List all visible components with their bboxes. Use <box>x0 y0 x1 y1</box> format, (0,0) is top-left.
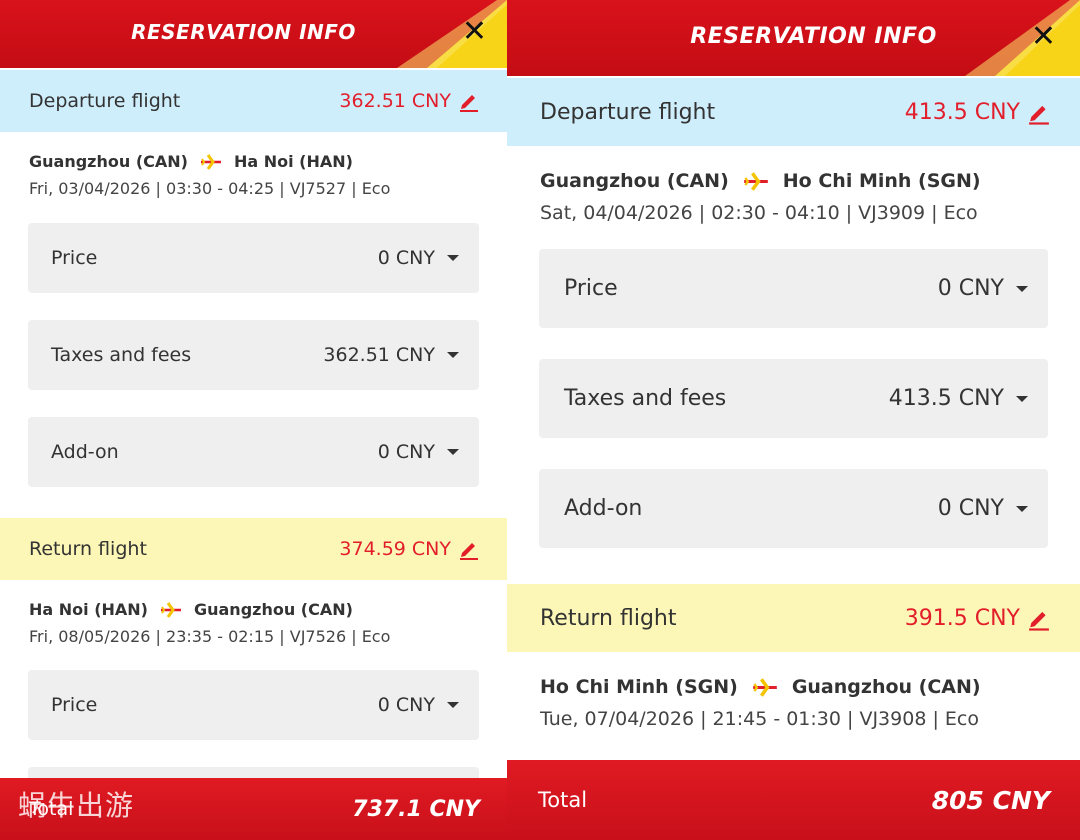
route-origin: Guangzhou (CAN) <box>29 152 188 171</box>
departure-route: Guangzhou (CAN) Ho Chi Minh (SGN) Sat, 0… <box>507 170 1080 224</box>
caret-down-icon <box>447 255 459 261</box>
return-flight-amount: 374.59 CNY <box>339 538 451 560</box>
header: RESERVATION INFO ✕ <box>507 0 1080 76</box>
return-flight-amount: 391.5 CNY <box>904 605 1020 631</box>
flight-details: Tue, 07/04/2026 | 21:45 - 01:30 | VJ3908… <box>540 708 979 730</box>
departure-flight-label: Departure flight <box>29 90 181 112</box>
header-title: RESERVATION INFO <box>131 20 356 44</box>
fare-value: 0 CNY <box>937 276 1004 301</box>
departure-flight-amount: 362.51 CNY <box>339 90 451 112</box>
fare-value: 0 CNY <box>377 247 435 269</box>
fare-label: Price <box>51 247 98 269</box>
route-origin: Ha Noi (HAN) <box>29 600 148 619</box>
fare-label: Price <box>51 694 98 716</box>
reservation-panel-left: RESERVATION INFO ✕ Departure flight 362.… <box>0 0 507 840</box>
header: RESERVATION INFO ✕ <box>0 0 507 68</box>
pencil-icon[interactable] <box>1028 100 1050 125</box>
fare-value: 362.51 CNY <box>323 344 435 366</box>
total-value: 737.1 CNY <box>352 796 480 822</box>
flight-details: Fri, 08/05/2026 | 23:35 - 02:15 | VJ7526… <box>29 627 391 646</box>
return-route: Ho Chi Minh (SGN) Guangzhou (CAN) Tue, 0… <box>507 676 1080 730</box>
fare-row-taxes[interactable]: Taxes and fees 362.51 CNY <box>28 320 479 390</box>
route-origin: Ho Chi Minh (SGN) <box>540 676 738 698</box>
departure-flight-label: Departure flight <box>540 99 716 125</box>
fare-value: 0 CNY <box>937 496 1004 521</box>
departure-flight-bar: Departure flight 362.51 CNY <box>0 70 507 132</box>
fare-value: 413.5 CNY <box>888 386 1004 411</box>
reservation-panel-right: RESERVATION INFO ✕ Departure flight 413.… <box>507 0 1080 840</box>
close-icon[interactable]: ✕ <box>462 17 487 47</box>
return-flight-edit[interactable]: 391.5 CNY <box>905 606 1050 631</box>
flight-details: Fri, 03/04/2026 | 03:30 - 04:25 | VJ7527… <box>29 179 391 198</box>
caret-down-icon <box>1016 285 1028 292</box>
fare-label: Price <box>564 276 618 301</box>
close-icon[interactable]: ✕ <box>1031 22 1056 52</box>
route-origin: Guangzhou (CAN) <box>540 170 729 192</box>
airplane-icon <box>200 153 221 170</box>
flight-details: Sat, 04/04/2026 | 02:30 - 04:10 | VJ3909… <box>540 202 978 224</box>
watermark: 蜗牛出游 <box>18 789 135 822</box>
route-destination: Guangzhou (CAN) <box>791 676 981 698</box>
total-label: Total <box>538 788 588 812</box>
return-flight-bar: Return flight 391.5 CNY <box>507 584 1080 652</box>
return-flight-edit[interactable]: 374.59 CNY <box>339 538 479 560</box>
fare-row-price[interactable]: Price 0 CNY <box>28 670 479 740</box>
fare-row-addon[interactable]: Add-on 0 CNY <box>28 417 479 487</box>
caret-down-icon <box>447 702 459 708</box>
pencil-icon[interactable] <box>459 538 479 560</box>
return-flight-bar: Return flight 374.59 CNY <box>0 518 507 580</box>
return-flight-label: Return flight <box>540 605 677 631</box>
total-bar: Total 805 CNY <box>507 760 1080 840</box>
return-route: Ha Noi (HAN) Guangzhou (CAN) Fri, 08/05/… <box>0 600 507 646</box>
fare-label: Add-on <box>564 496 643 521</box>
departure-flight-amount: 413.5 CNY <box>904 99 1020 125</box>
fare-row-taxes[interactable]: Taxes and fees 413.5 CNY <box>539 359 1048 438</box>
pencil-icon[interactable] <box>459 90 479 112</box>
fare-row-price[interactable]: Price 0 CNY <box>539 249 1048 328</box>
fare-row-price[interactable]: Price 0 CNY <box>28 223 479 293</box>
departure-flight-bar: Departure flight 413.5 CNY <box>507 78 1080 146</box>
departure-flight-edit[interactable]: 413.5 CNY <box>905 100 1050 125</box>
fare-value: 0 CNY <box>377 694 435 716</box>
fare-value: 0 CNY <box>377 441 435 463</box>
airplane-icon <box>752 677 777 697</box>
fare-row-addon[interactable]: Add-on 0 CNY <box>539 469 1048 548</box>
caret-down-icon <box>447 449 459 455</box>
route-destination: Guangzhou (CAN) <box>193 600 353 619</box>
fare-label: Add-on <box>51 441 119 463</box>
route-destination: Ha Noi (HAN) <box>233 152 353 171</box>
departure-route: Guangzhou (CAN) Ha Noi (HAN) Fri, 03/04/… <box>0 152 507 198</box>
fare-label: Taxes and fees <box>51 344 192 366</box>
caret-down-icon <box>1016 505 1028 512</box>
pencil-icon[interactable] <box>1028 606 1050 631</box>
return-flight-label: Return flight <box>29 538 147 560</box>
airplane-icon <box>160 601 181 618</box>
fare-label: Taxes and fees <box>564 386 727 411</box>
departure-flight-edit[interactable]: 362.51 CNY <box>339 90 479 112</box>
airplane-icon <box>743 171 768 191</box>
total-value: 805 CNY <box>931 785 1050 815</box>
caret-down-icon <box>447 352 459 358</box>
header-title: RESERVATION INFO <box>690 24 937 49</box>
route-destination: Ho Chi Minh (SGN) <box>782 170 981 192</box>
caret-down-icon <box>1016 395 1028 402</box>
